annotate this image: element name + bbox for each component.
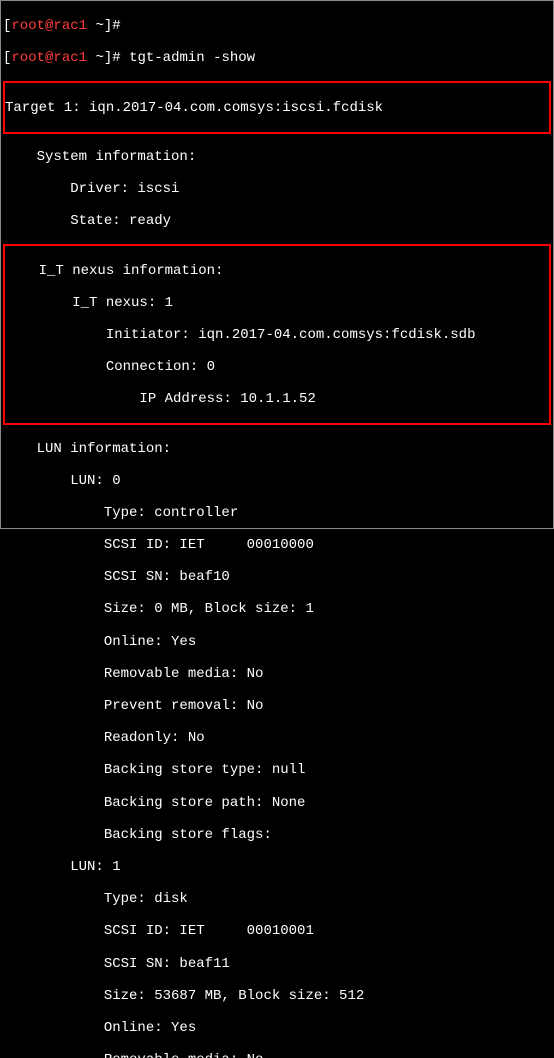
connection-line: Connection: 0 bbox=[5, 359, 549, 375]
ip-address-line: IP Address: 10.1.1.52 bbox=[5, 391, 549, 407]
prompt-host: rac1 bbox=[53, 18, 87, 34]
highlight-nexus-block: I_T nexus information: I_T nexus: 1 Init… bbox=[3, 244, 551, 425]
lun-info-header: LUN information: bbox=[3, 441, 551, 457]
lun0-size: Size: 0 MB, Block size: 1 bbox=[3, 601, 551, 617]
lun0-type: Type: controller bbox=[3, 505, 551, 521]
prompt-host: rac1 bbox=[53, 50, 87, 66]
terminal-output: [root@rac1 ~]# [root@rac1 ~]# tgt-admin … bbox=[1, 1, 553, 1058]
prompt-line-1[interactable]: [root@rac1 ~]# bbox=[3, 18, 551, 34]
prompt-user: root bbox=[11, 18, 45, 34]
bracket: ] bbox=[104, 18, 112, 34]
highlight-target-line: Target 1: iqn.2017-04.com.comsys:iscsi.f… bbox=[3, 81, 551, 133]
lun0-removable: Removable media: No bbox=[3, 666, 551, 682]
target-line: Target 1: iqn.2017-04.com.comsys:iscsi.f… bbox=[5, 100, 549, 116]
prompt-user: root bbox=[11, 50, 45, 66]
initiator-line: Initiator: iqn.2017-04.com.comsys:fcdisk… bbox=[5, 327, 549, 343]
system-info-header: System information: bbox=[3, 149, 551, 165]
lun0-scsi-id: SCSI ID: IET 00010000 bbox=[3, 537, 551, 553]
lun1-type: Type: disk bbox=[3, 891, 551, 907]
lun-1-header: LUN: 1 bbox=[3, 859, 551, 875]
bracket: ] bbox=[104, 50, 112, 66]
driver-line: Driver: iscsi bbox=[3, 181, 551, 197]
lun0-bstype: Backing store type: null bbox=[3, 762, 551, 778]
lun1-size: Size: 53687 MB, Block size: 512 bbox=[3, 988, 551, 1004]
lun0-online: Online: Yes bbox=[3, 634, 551, 650]
lun1-online: Online: Yes bbox=[3, 1020, 551, 1036]
prompt-hash: # bbox=[112, 18, 120, 34]
it-nexus-header: I_T nexus information: bbox=[5, 263, 549, 279]
prompt-hash: # bbox=[112, 50, 120, 66]
prompt-path: ~ bbox=[95, 18, 103, 34]
lun1-scsi-sn: SCSI SN: beaf11 bbox=[3, 956, 551, 972]
state-line: State: ready bbox=[3, 213, 551, 229]
lun0-readonly: Readonly: No bbox=[3, 730, 551, 746]
lun1-removable: Removable media: No bbox=[3, 1052, 551, 1058]
it-nexus-1: I_T nexus: 1 bbox=[5, 295, 549, 311]
lun1-scsi-id: SCSI ID: IET 00010001 bbox=[3, 923, 551, 939]
lun0-scsi-sn: SCSI SN: beaf10 bbox=[3, 569, 551, 585]
cmd-tgt-admin: tgt-admin -show bbox=[129, 50, 255, 66]
lun-0-header: LUN: 0 bbox=[3, 473, 551, 489]
prompt-line-2[interactable]: [root@rac1 ~]# tgt-admin -show bbox=[3, 50, 551, 66]
prompt-path: ~ bbox=[95, 50, 103, 66]
lun0-prevent: Prevent removal: No bbox=[3, 698, 551, 714]
lun0-bspath: Backing store path: None bbox=[3, 795, 551, 811]
lun0-bsflags: Backing store flags: bbox=[3, 827, 551, 843]
